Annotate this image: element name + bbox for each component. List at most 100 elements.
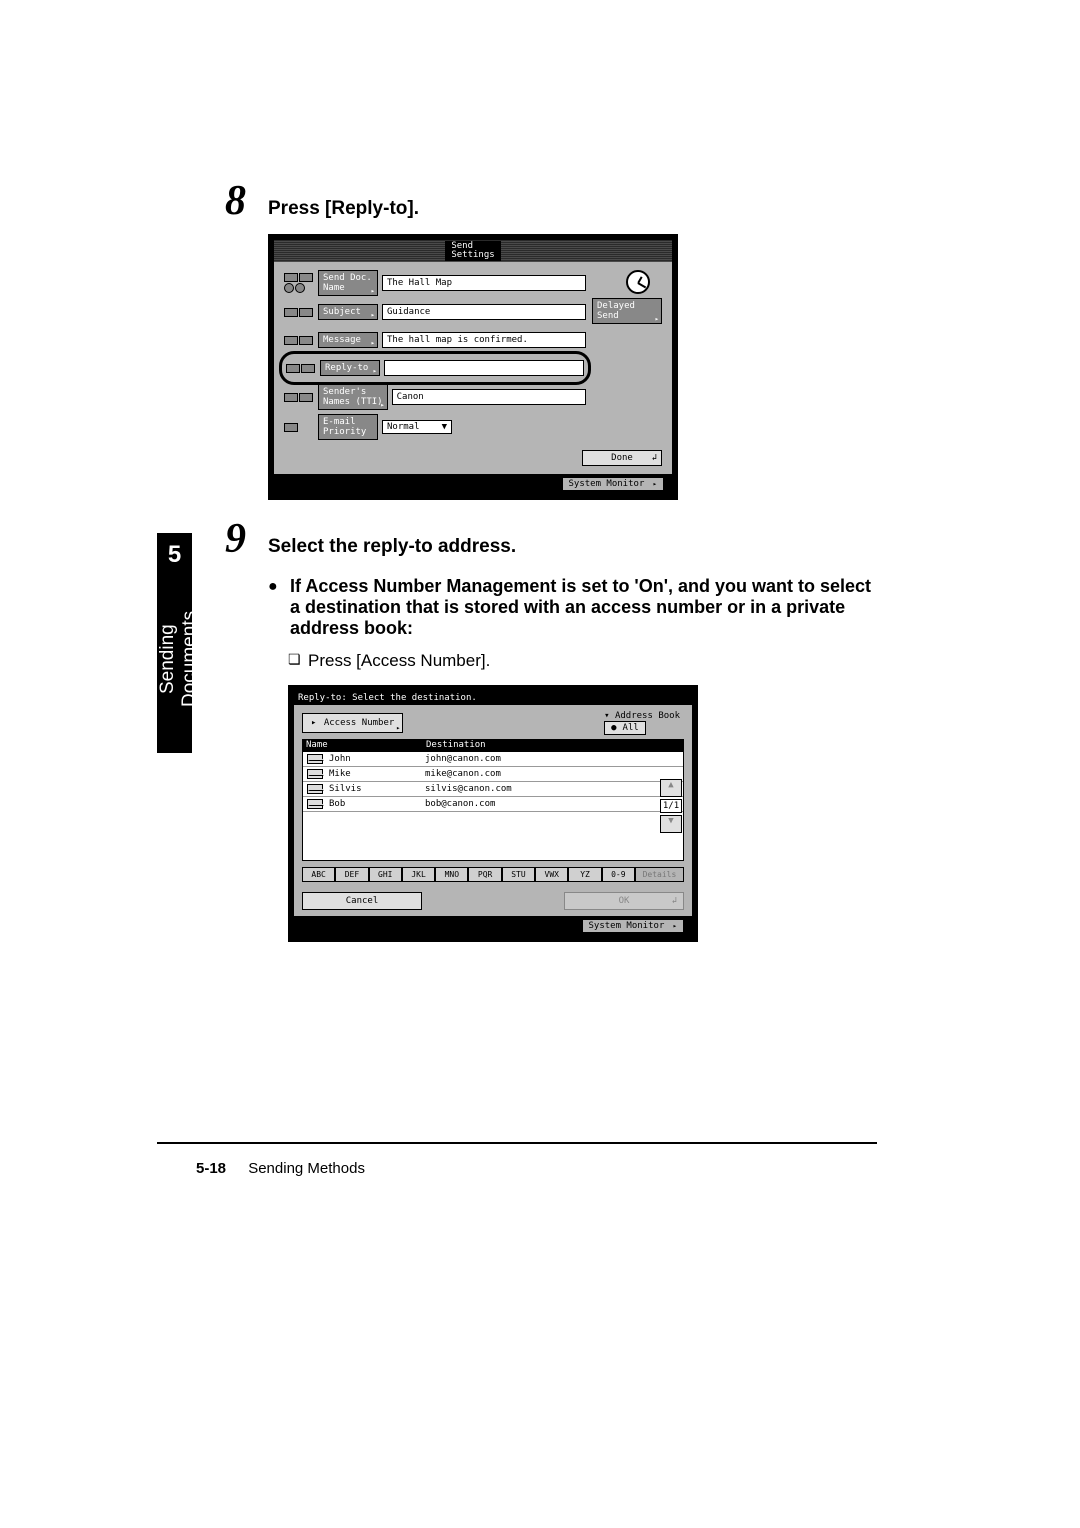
row-icons [286,364,320,373]
row-icons [284,423,318,432]
step-9-body: Press [Access Number]. [288,651,880,671]
step-8: 8 Press [Reply-to]. Send Settings [160,190,880,500]
step-8-heading: Press [Reply-to]. [268,190,880,220]
address-book-value: All [623,723,639,733]
priority-label2: Priority [323,427,373,437]
letter-filter-PQR[interactable]: PQR [468,867,501,882]
senders-names-button[interactable]: Sender's Names (TTI) [318,384,388,410]
senders-value: Canon [392,389,586,405]
send-doc-label2: Name [323,283,373,293]
page-indicator: 1/1 [660,799,682,813]
list-column-header: Name Destination [302,739,684,751]
address-book-label: Address Book [615,711,680,721]
row-icons [284,393,318,402]
scroll-down-button[interactable]: ▼ [660,815,682,833]
list-destination: mike@canon.com [425,769,501,779]
step-8-number: 8 [225,180,246,222]
reply-to-select-panel: Reply-to: Select the destination. ▸ Acce… [288,685,698,942]
priority-label1: E-mail [323,417,373,427]
send-doc-value: The Hall Map [382,275,586,291]
list-destination: bob@canon.com [425,799,495,809]
access-number-button[interactable]: ▸ Access Number [302,713,403,733]
done-button[interactable]: Done ↲ [582,450,662,466]
letter-filter-MNO[interactable]: MNO [435,867,468,882]
list-destination: silvis@canon.com [425,784,512,794]
col-name: Name [306,740,426,750]
system-monitor-button[interactable]: System Monitor [582,919,685,933]
access-number-label: Access Number [324,718,394,728]
row-icons [284,336,318,345]
clock-icon [626,270,650,294]
details-button[interactable]: Details [635,867,684,882]
senders-label2: Names (TTI) [323,397,383,407]
col-destination: Destination [426,740,486,750]
letter-filter-STU[interactable]: STU [502,867,535,882]
send-settings-panel: Send Settings [268,234,678,500]
list-name: John [329,754,425,764]
panel-title: Send Settings [445,241,500,261]
subject-value: Guidance [382,304,586,320]
letter-filter-ABC[interactable]: ABC [302,867,335,882]
send-doc-name-button[interactable]: Send Doc. Name [318,270,378,296]
list-item[interactable]: Bobbob@canon.com [303,797,683,812]
row-icons [284,308,318,317]
letter-filter-JKL[interactable]: JKL [402,867,435,882]
cancel-label: Cancel [346,896,379,906]
list-item[interactable]: Silvissilvis@canon.com [303,782,683,797]
ok-button[interactable]: OK [564,892,684,910]
done-label: Done [611,453,633,463]
senders-label1: Sender's [323,387,383,397]
page-footer: 5-18 Sending Methods [196,1160,365,1177]
system-monitor-button[interactable]: System Monitor [562,477,665,491]
return-icon: ↲ [652,453,657,463]
priority-select[interactable]: Normal ▼ [382,420,452,434]
destination-list: Johnjohn@canon.comMikemike@canon.comSilv… [302,751,684,861]
bullet-icon: ● [611,723,616,733]
letter-filter-DEF[interactable]: DEF [335,867,368,882]
letter-filter-0-9[interactable]: 0-9 [602,867,635,882]
ok-label: OK [619,896,630,906]
message-button[interactable]: Message [318,332,378,348]
chevron-down-icon: ▼ [442,422,447,432]
message-value: The hall map is confirmed. [382,332,586,348]
sysmon-label: System Monitor [589,921,665,931]
list-item[interactable]: Johnjohn@canon.com [303,752,683,767]
panel-title-line2: Settings [451,251,494,260]
letter-filter-VWX[interactable]: VWX [535,867,568,882]
envelope-icon [307,754,323,764]
subject-button[interactable]: Subject [318,304,378,320]
panel-titlebar: Send Settings [274,240,672,262]
page-number: 5-18 [196,1160,226,1177]
chevron-right-icon: ▸ [311,718,316,728]
address-book-select[interactable]: ● All [604,721,646,735]
list-name: Bob [329,799,425,809]
step-9-subheading: If Access Number Management is set to 'O… [268,576,880,639]
step-9-number: 9 [225,518,246,560]
sysmon-label: System Monitor [569,479,645,489]
cancel-button[interactable]: Cancel [302,892,422,910]
reply-to-button[interactable]: Reply-to [320,360,380,376]
email-priority-label: E-mail Priority [318,414,378,440]
letter-filter-GHI[interactable]: GHI [369,867,402,882]
delayed-send-button[interactable]: Delayed Send [592,298,662,324]
list-item[interactable]: Mikemike@canon.com [303,767,683,782]
reply-to-row-highlight: Reply-to [284,356,586,380]
envelope-icon [307,784,323,794]
delayed-label1: Delayed [597,301,657,311]
priority-value: Normal [387,422,420,432]
step-9: 9 Select the reply-to address. If Access… [160,528,880,942]
reply-to-value [384,360,584,376]
envelope-icon [307,799,323,809]
delayed-label2: Send [597,311,657,321]
letter-filter-row: ABCDEFGHIJKLMNOPQRSTUVWXYZ0-9Details [302,867,684,882]
letter-filter-YZ[interactable]: YZ [568,867,601,882]
envelope-icon [307,769,323,779]
send-doc-label1: Send Doc. [323,273,373,283]
step-9-heading: Select the reply-to address. [268,528,880,558]
footer-rule [157,1142,877,1144]
scroll-up-button[interactable]: ▲ [660,779,682,797]
row-icons [284,273,318,293]
panel2-title: Reply-to: Select the destination. [294,691,692,705]
list-name: Silvis [329,784,425,794]
address-book-dropdown-icon: ▾ [604,711,615,721]
